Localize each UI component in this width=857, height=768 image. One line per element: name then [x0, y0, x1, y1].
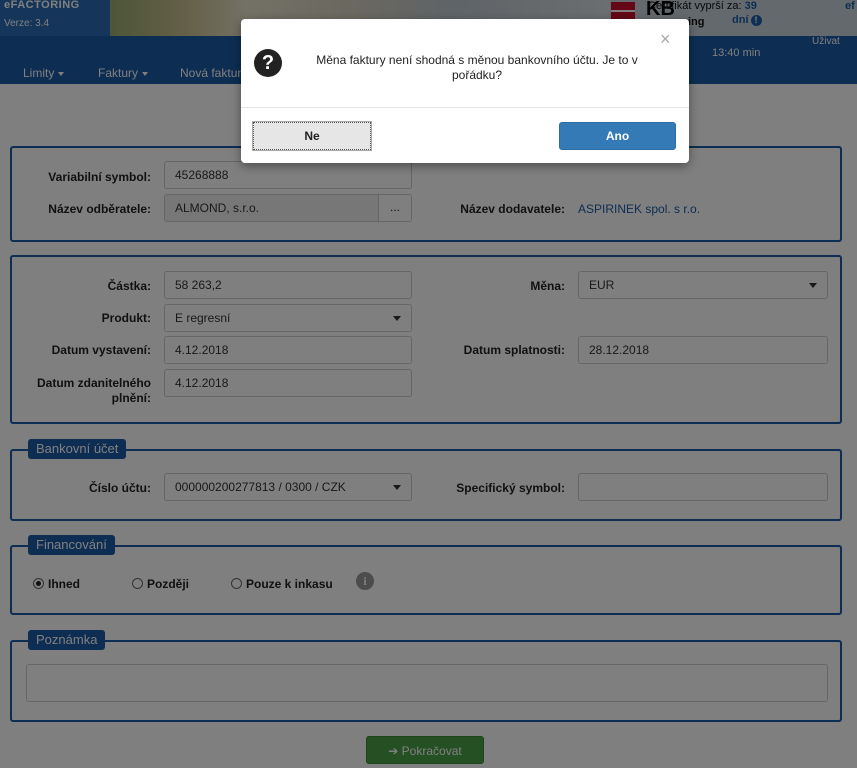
question-icon: ? — [254, 49, 282, 77]
confirm-dialog: ? Měna faktury není shodná s měnou banko… — [241, 19, 689, 163]
dialog-message: Měna faktury není shodná s měnou bankovn… — [316, 53, 638, 82]
yes-button[interactable]: Ano — [559, 122, 676, 150]
close-icon[interactable]: × — [660, 30, 671, 48]
no-button[interactable]: Ne — [252, 121, 372, 151]
dialog-divider — [241, 107, 689, 108]
